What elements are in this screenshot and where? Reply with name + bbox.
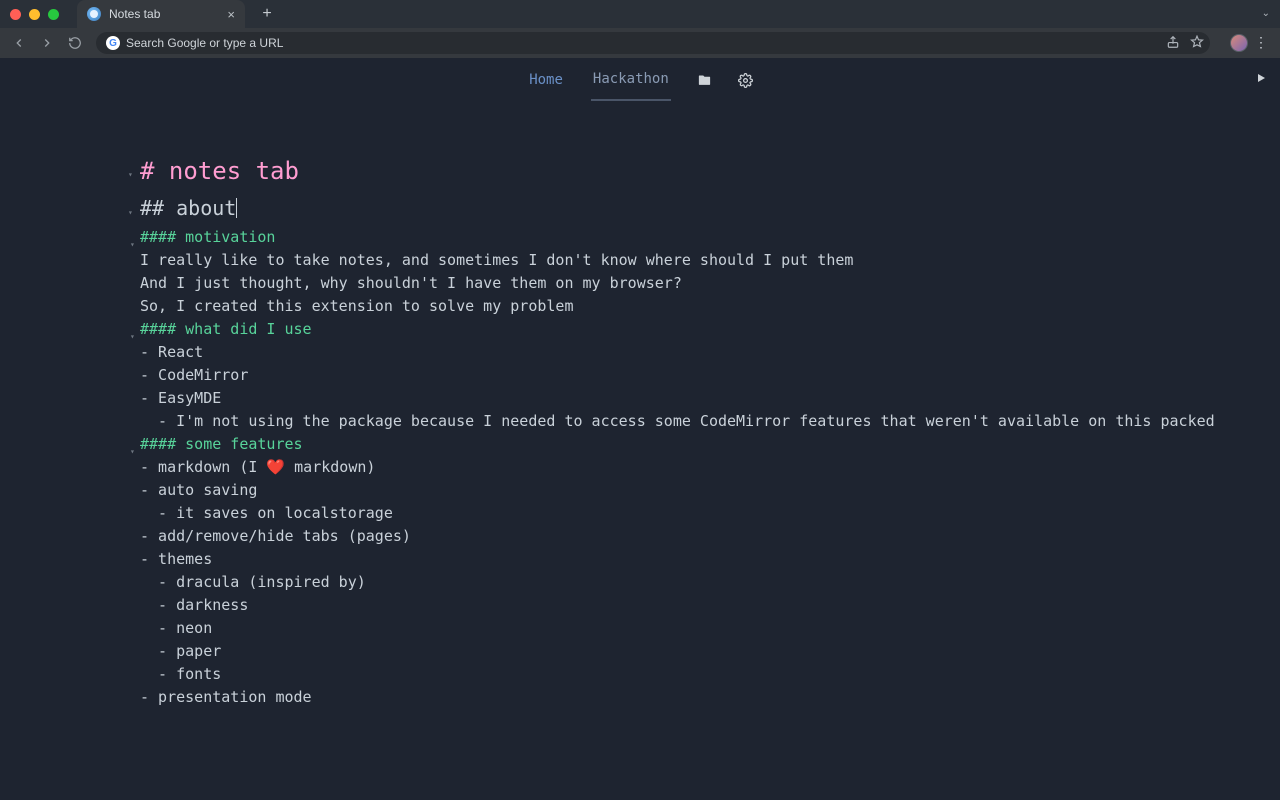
tab-title: Notes tab <box>109 7 160 21</box>
search-provider-icon: G <box>106 36 120 50</box>
back-button[interactable] <box>12 36 26 50</box>
list-item: - fonts <box>140 663 1280 686</box>
heading-4: ▾#### what did I use <box>140 318 1280 341</box>
tab-close-icon[interactable]: × <box>227 8 235 21</box>
list-item: - paper <box>140 640 1280 663</box>
list-item: - markdown (I ❤️ markdown) <box>140 456 1280 479</box>
archive-icon[interactable] <box>697 73 712 88</box>
markdown-editor[interactable]: ▾# notes tab ▾## about ▾#### motivation … <box>0 102 1280 709</box>
list-item: - neon <box>140 617 1280 640</box>
fold-arrow-icon[interactable]: ▾ <box>130 440 135 463</box>
list-item: - it saves on localstorage <box>140 502 1280 525</box>
list-item: - auto saving <box>140 479 1280 502</box>
heading-2: ▾## about <box>140 197 1280 220</box>
browser-tab-strip: Notes tab × + ⌄ <box>0 0 1280 28</box>
text-line: And I just thought, why shouldn't I have… <box>140 272 1280 295</box>
list-item: - darkness <box>140 594 1280 617</box>
browser-menu-icon[interactable]: ⋮ <box>1254 40 1268 46</box>
tabs-menu-icon[interactable]: ⌄ <box>1262 8 1270 19</box>
play-icon[interactable] <box>1256 70 1266 88</box>
browser-toolbar: G Search Google or type a URL ⋮ <box>0 28 1280 58</box>
app-root: Home Hackathon ▾# notes tab ▾## about ▾#… <box>0 58 1280 800</box>
app-tabs: Home Hackathon <box>0 58 1280 102</box>
toolbar-right: ⋮ <box>1224 34 1268 52</box>
list-item: - presentation mode <box>140 686 1280 709</box>
profile-avatar[interactable] <box>1230 34 1248 52</box>
text-cursor <box>236 198 237 218</box>
reload-button[interactable] <box>68 36 82 50</box>
tab-hackathon[interactable]: Hackathon <box>591 59 671 101</box>
fold-arrow-icon[interactable]: ▾ <box>130 325 135 348</box>
settings-icon[interactable] <box>738 73 753 88</box>
list-item: - themes <box>140 548 1280 571</box>
fold-arrow-icon[interactable]: ▾ <box>128 201 133 224</box>
text-line: I really like to take notes, and sometim… <box>140 249 1280 272</box>
bookmark-icon[interactable] <box>1190 35 1204 52</box>
heading-4: ▾#### motivation <box>140 226 1280 249</box>
window-maximize-button[interactable] <box>48 9 59 20</box>
fold-arrow-icon[interactable]: ▾ <box>128 163 133 186</box>
heading-4: ▾#### some features <box>140 433 1280 456</box>
address-bar-text: Search Google or type a URL <box>126 36 283 50</box>
forward-button[interactable] <box>40 36 54 50</box>
new-tab-button[interactable]: + <box>257 5 277 23</box>
tab-favicon-icon <box>87 7 101 21</box>
text-line: So, I created this extension to solve my… <box>140 295 1280 318</box>
list-item: - EasyMDE <box>140 387 1280 410</box>
list-item: - dracula (inspired by) <box>140 571 1280 594</box>
list-item: - React <box>140 341 1280 364</box>
share-icon[interactable] <box>1166 35 1180 52</box>
browser-tab-active[interactable]: Notes tab × <box>77 0 245 28</box>
list-item: - CodeMirror <box>140 364 1280 387</box>
window-minimize-button[interactable] <box>29 9 40 20</box>
fold-arrow-icon[interactable]: ▾ <box>130 233 135 256</box>
list-item: - add/remove/hide tabs (pages) <box>140 525 1280 548</box>
tab-home[interactable]: Home <box>527 60 565 100</box>
window-close-button[interactable] <box>10 9 21 20</box>
window-controls <box>10 9 59 20</box>
list-item: - I'm not using the package because I ne… <box>140 410 1280 433</box>
address-bar[interactable]: G Search Google or type a URL <box>96 32 1210 54</box>
heading-1: ▾# notes tab <box>140 160 1280 183</box>
